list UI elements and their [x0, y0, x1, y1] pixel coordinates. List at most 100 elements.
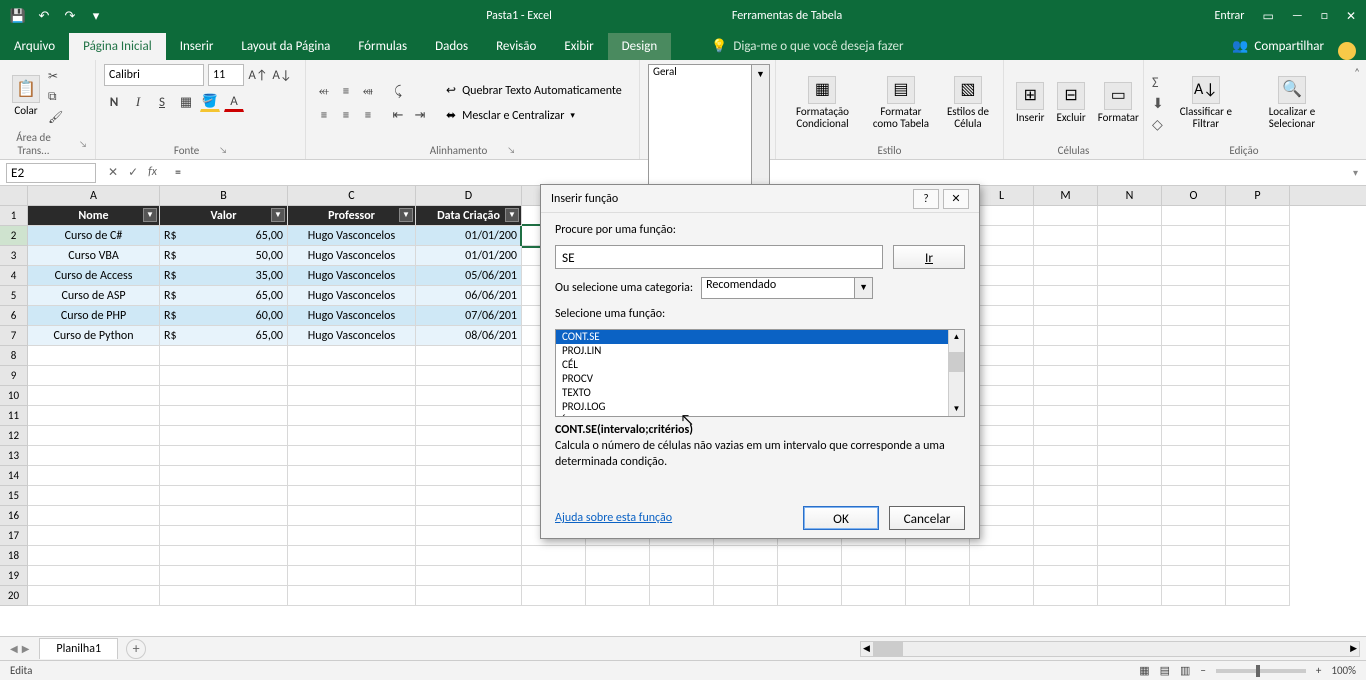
row-header[interactable]: 18 — [0, 546, 28, 566]
cell[interactable] — [416, 566, 522, 586]
cell[interactable]: Data Criação▼ — [416, 206, 522, 226]
cell[interactable] — [1098, 466, 1162, 486]
cell[interactable] — [28, 586, 160, 606]
tab-data[interactable]: Dados — [421, 33, 482, 60]
cell[interactable] — [1226, 226, 1290, 246]
cell[interactable] — [1162, 366, 1226, 386]
horizontal-scrollbar[interactable]: ◀▶ — [860, 641, 1360, 657]
cell[interactable] — [28, 526, 160, 546]
cell[interactable] — [970, 566, 1034, 586]
cell[interactable] — [288, 506, 416, 526]
cell[interactable] — [1226, 566, 1290, 586]
cell[interactable] — [28, 446, 160, 466]
column-header[interactable]: B — [160, 186, 288, 205]
cell[interactable] — [1226, 426, 1290, 446]
filter-dropdown-icon[interactable]: ▼ — [399, 208, 413, 222]
cell[interactable] — [416, 506, 522, 526]
page-layout-view-icon[interactable]: ▤ — [1160, 664, 1170, 677]
cell[interactable] — [1162, 446, 1226, 466]
cell[interactable]: 01/01/200 — [416, 226, 522, 246]
cell[interactable] — [1034, 546, 1098, 566]
cell[interactable] — [28, 426, 160, 446]
format-cells-button[interactable]: ▭Formatar — [1094, 80, 1143, 126]
cell[interactable] — [778, 546, 842, 566]
cell[interactable] — [1162, 546, 1226, 566]
share-button[interactable]: 👥 Compartilhar — [1218, 33, 1338, 60]
cell[interactable] — [1098, 286, 1162, 306]
function-list-item[interactable]: CÉL — [556, 358, 964, 372]
row-header[interactable]: 6 — [0, 306, 28, 326]
tab-formulas[interactable]: Fórmulas — [344, 33, 421, 60]
column-header[interactable]: P — [1226, 186, 1290, 205]
cell[interactable] — [970, 546, 1034, 566]
cell[interactable] — [160, 426, 288, 446]
align-launcher-icon[interactable]: ↘ — [507, 145, 515, 156]
minimize-icon[interactable]: — — [1292, 9, 1303, 23]
cell[interactable]: R$65,00 — [160, 226, 288, 246]
cell[interactable] — [1034, 306, 1098, 326]
function-list[interactable]: CONT.SEPROJ.LINCÉLPROCVTEXTOPROJ.LOGÍNDI… — [555, 329, 965, 417]
cell[interactable] — [1226, 326, 1290, 346]
qat-customize-icon[interactable]: ▾ — [88, 8, 104, 24]
cell[interactable] — [416, 546, 522, 566]
increase-font-icon[interactable]: A↑ — [248, 65, 268, 85]
cell[interactable] — [288, 486, 416, 506]
cell[interactable] — [586, 566, 650, 586]
cell[interactable]: Curso VBA — [28, 246, 160, 266]
function-list-item[interactable]: PROJ.LOG — [556, 400, 964, 414]
cell[interactable] — [650, 586, 714, 606]
tab-design[interactable]: Design — [608, 33, 671, 60]
cell[interactable] — [1034, 426, 1098, 446]
cell[interactable] — [288, 346, 416, 366]
cell[interactable] — [1034, 286, 1098, 306]
cell[interactable] — [416, 466, 522, 486]
clear-icon[interactable]: ◇ — [1152, 116, 1164, 133]
decrease-font-icon[interactable]: A↓ — [272, 65, 292, 85]
cell[interactable] — [842, 566, 906, 586]
add-sheet-button[interactable]: + — [126, 639, 146, 659]
cell[interactable] — [1034, 326, 1098, 346]
cell[interactable] — [842, 586, 906, 606]
cell[interactable] — [1162, 426, 1226, 446]
scroll-down-icon[interactable]: ▼ — [949, 402, 964, 416]
cell[interactable] — [1034, 526, 1098, 546]
cell[interactable] — [1098, 506, 1162, 526]
cell[interactable] — [160, 406, 288, 426]
dialog-help-icon[interactable]: ? — [913, 189, 939, 209]
row-header[interactable]: 9 — [0, 366, 28, 386]
cell[interactable] — [1098, 526, 1162, 546]
cell[interactable] — [1098, 246, 1162, 266]
row-header[interactable]: 11 — [0, 406, 28, 426]
cell[interactable] — [160, 386, 288, 406]
cell[interactable] — [1034, 386, 1098, 406]
cell[interactable] — [1226, 406, 1290, 426]
cell[interactable] — [160, 446, 288, 466]
cell[interactable] — [1098, 586, 1162, 606]
help-link[interactable]: Ajuda sobre esta função — [555, 511, 672, 525]
insert-cells-button[interactable]: ⊞Inserir — [1012, 80, 1049, 126]
cell[interactable] — [28, 506, 160, 526]
row-header[interactable]: 16 — [0, 506, 28, 526]
cell[interactable] — [1098, 206, 1162, 226]
align-center-icon[interactable]: ≡ — [336, 105, 356, 125]
cell[interactable] — [1226, 366, 1290, 386]
column-header[interactable]: M — [1034, 186, 1098, 205]
cell[interactable] — [650, 566, 714, 586]
cell[interactable] — [28, 346, 160, 366]
cell[interactable] — [522, 586, 586, 606]
cell[interactable] — [1162, 526, 1226, 546]
column-header[interactable]: N — [1098, 186, 1162, 205]
cell[interactable] — [160, 486, 288, 506]
scroll-up-icon[interactable]: ▲ — [949, 330, 964, 344]
cell[interactable] — [416, 526, 522, 546]
cell[interactable] — [906, 566, 970, 586]
filter-dropdown-icon[interactable]: ▼ — [271, 208, 285, 222]
cell[interactable] — [160, 506, 288, 526]
cell[interactable] — [1162, 566, 1226, 586]
cancel-button[interactable]: Cancelar — [889, 506, 965, 530]
cancel-formula-icon[interactable]: ✕ — [108, 165, 118, 180]
cell[interactable]: 07/06/201 — [416, 306, 522, 326]
cell[interactable] — [1098, 426, 1162, 446]
cell[interactable] — [1226, 386, 1290, 406]
bold-button[interactable]: N — [104, 92, 124, 112]
